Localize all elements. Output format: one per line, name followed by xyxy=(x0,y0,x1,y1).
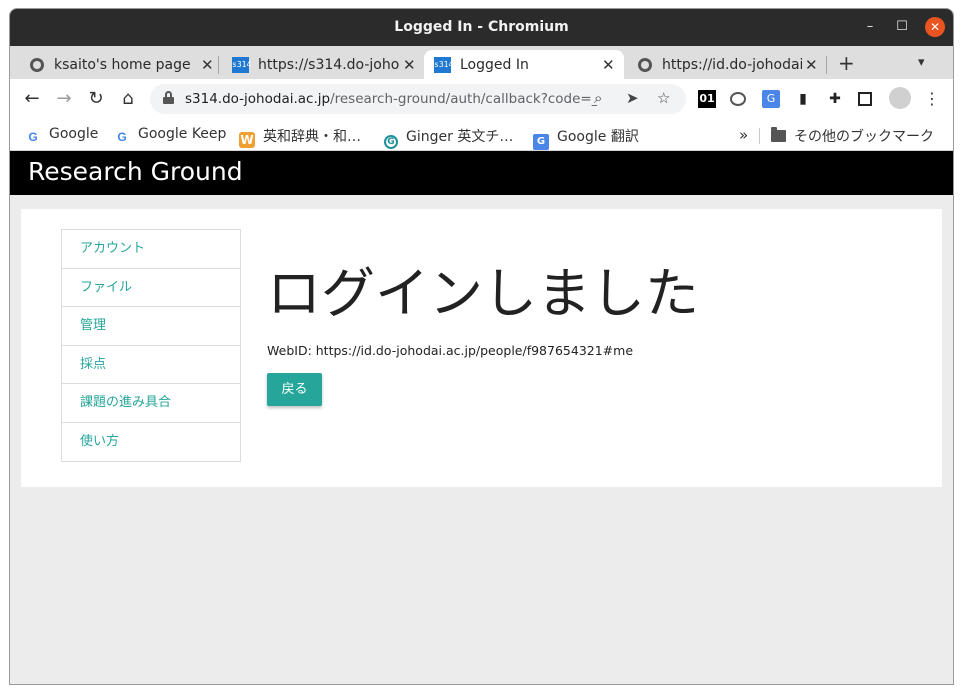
extensions-puzzle-icon[interactable]: ✚ xyxy=(826,90,844,108)
page-title: ログインしました xyxy=(267,262,699,325)
weblio-w-icon: W xyxy=(239,132,255,148)
reading-list-bookmark-icon[interactable]: ▮ xyxy=(794,90,812,108)
menu-kebab-icon[interactable]: ⋮ xyxy=(923,90,941,108)
bookmark-label: Google xyxy=(49,126,99,142)
address-bar[interactable]: s314.do-johodai.ac.jp/research-ground/au… xyxy=(150,84,686,114)
bookmark-label: Google Keep xyxy=(138,126,227,142)
tab-label: Logged In xyxy=(460,57,529,73)
google-g-icon: G xyxy=(117,130,127,144)
bookmark-ginger[interactable]: G Ginger 英文チ… xyxy=(384,126,513,149)
page-content: Research Ground アカウント ファイル 管理 採点 課題の進み具合… xyxy=(10,151,953,684)
reload-icon[interactable]: ↻ xyxy=(85,88,107,110)
send-tab-icon[interactable]: ➤ xyxy=(626,89,639,107)
s314-favicon-icon: s314 xyxy=(232,57,251,73)
tab-label: https://id.do-johodai.ac.jp xyxy=(662,57,802,73)
nav-item-admin[interactable]: 管理 xyxy=(62,307,240,346)
side-nav: アカウント ファイル 管理 採点 課題の進み具合 使い方 xyxy=(61,229,241,462)
globe-icon xyxy=(638,58,652,72)
google-translate-extension-icon[interactable]: G xyxy=(762,90,780,108)
bookmarks-bar: G Google G Google Keep W 英和辞典・和… G Ginger 英文… xyxy=(10,119,953,151)
bookmarks-overflow-chevron-icon[interactable]: » xyxy=(739,126,748,144)
tab-close-icon[interactable]: ✕ xyxy=(403,56,416,74)
url-text[interactable]: s314.do-johodai.ac.jp/research-ground/au… xyxy=(185,91,597,107)
webid-text: WebID: https://id.do-johodai.ac.jp/peopl… xyxy=(267,343,634,358)
tab-close-icon[interactable]: ✕ xyxy=(201,56,214,74)
google-translate-icon: G xyxy=(533,134,549,150)
tab-id-do-johodai[interactable]: https://id.do-johodai.ac.jp ✕ xyxy=(626,50,827,79)
nav-item-files[interactable]: ファイル xyxy=(62,269,240,307)
maximize-button[interactable]: ☐ xyxy=(892,17,912,37)
new-tab-plus-icon[interactable]: + xyxy=(838,53,855,73)
google-g-icon: G xyxy=(28,130,38,144)
tab-search-chevron-down-icon[interactable]: ▾ xyxy=(918,55,925,70)
browser-toolbar: ← → ↻ ⌂ s314.do-johodai.ac.jp/research-g… xyxy=(10,79,953,119)
site-header: Research Ground xyxy=(10,151,953,195)
tab-close-icon[interactable]: ✕ xyxy=(805,56,818,74)
bookmark-google-translate[interactable]: G Google 翻訳 xyxy=(533,126,639,150)
bookmark-google[interactable]: G Google xyxy=(25,126,98,145)
tab-label: ksaito's home page xyxy=(54,57,191,73)
window-title: Logged In - Chromium xyxy=(394,19,569,35)
tab-separator xyxy=(826,56,827,74)
back-button[interactable]: 戻る xyxy=(267,373,322,406)
site-brand[interactable]: Research Ground xyxy=(28,157,243,186)
profile-avatar-icon[interactable] xyxy=(889,87,911,109)
tab-label: https://s314.do-johodai.ac.jp xyxy=(258,57,400,73)
forward-arrow-icon[interactable]: → xyxy=(53,88,75,110)
bookmark-label: Google 翻訳 xyxy=(557,129,639,145)
bookmark-label: その他のブックマーク xyxy=(794,129,934,145)
side-panel-icon[interactable] xyxy=(858,92,872,106)
back-arrow-icon[interactable]: ← xyxy=(21,88,43,110)
bookmark-label: 英和辞典・和… xyxy=(263,129,361,145)
other-bookmarks-folder[interactable]: その他のブックマーク xyxy=(771,126,934,146)
tab-s314[interactable]: s314 https://s314.do-johodai.ac.jp ✕ xyxy=(222,50,422,79)
bookmark-eiwa-jiten[interactable]: W 英和辞典・和… xyxy=(239,126,361,148)
url-host: s314.do-johodai.ac.jp xyxy=(185,91,331,107)
nav-item-progress[interactable]: 課題の進み具合 xyxy=(62,384,240,423)
main-card: アカウント ファイル 管理 採点 課題の進み具合 使い方 ログインしました We… xyxy=(21,209,942,487)
tab-ksaito-home[interactable]: ksaito's home page ✕ xyxy=(18,50,219,79)
nav-item-grading[interactable]: 採点 xyxy=(62,346,240,384)
tab-close-icon[interactable]: ✕ xyxy=(602,56,615,74)
nav-item-usage[interactable]: 使い方 xyxy=(62,423,240,462)
bookmark-google-keep[interactable]: G Google Keep xyxy=(114,126,226,145)
bookmark-label: Ginger 英文チ… xyxy=(406,129,514,145)
home-icon[interactable]: ⌂ xyxy=(117,88,139,110)
s314-favicon-icon: s314 xyxy=(434,57,453,73)
tab-separator xyxy=(218,56,219,74)
close-window-button[interactable]: ✕ xyxy=(925,17,945,37)
nav-item-account[interactable]: アカウント xyxy=(62,230,240,269)
minimize-button[interactable]: – xyxy=(860,17,880,37)
browser-window: Logged In - Chromium – ☐ ✕ ksaito's home… xyxy=(9,8,954,685)
lock-icon xyxy=(163,91,174,104)
folder-icon xyxy=(771,127,786,142)
zoom-magnifier-icon[interactable]: ⌕ xyxy=(594,89,602,107)
tab-strip: ksaito's home page ✕ s314 https://s314.d… xyxy=(10,46,953,79)
bookmarks-divider xyxy=(759,128,760,144)
globe-icon xyxy=(30,58,44,72)
ginger-icon: G xyxy=(384,135,398,149)
chat-extension-icon[interactable] xyxy=(730,92,746,106)
tab-logged-in[interactable]: s314 Logged In ✕ xyxy=(424,50,624,79)
bookmark-star-icon[interactable]: ☆ xyxy=(657,89,670,107)
title-bar: Logged In - Chromium – ☐ ✕ xyxy=(10,9,953,46)
url-path: /research-ground/auth/callback?code=_... xyxy=(330,91,597,107)
counter-extension-icon[interactable]: 01 xyxy=(698,90,716,108)
